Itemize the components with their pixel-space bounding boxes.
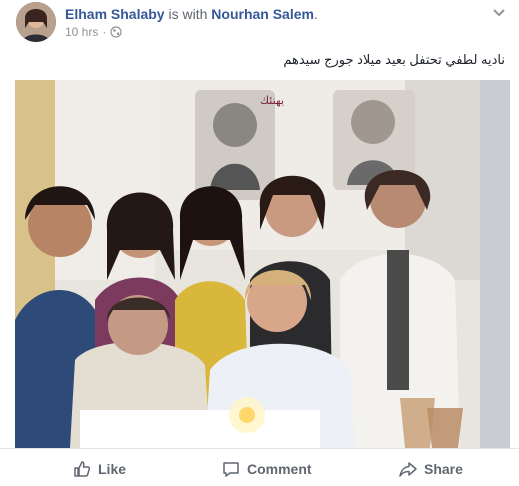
comment-label: Comment — [247, 461, 312, 477]
timestamp-link[interactable]: 10 hrs — [65, 25, 98, 39]
share-button[interactable]: Share — [398, 459, 463, 479]
like-label: Like — [98, 461, 127, 477]
share-label: Share — [424, 461, 463, 477]
share-arrow-icon — [399, 462, 417, 477]
meta-separator: · — [102, 25, 107, 39]
post-photo[interactable]: يهنئك — [15, 80, 510, 448]
speech-bubble-icon — [223, 462, 239, 477]
chevron-down-icon[interactable] — [489, 2, 509, 22]
avatar[interactable] — [16, 2, 56, 42]
poster-text: يهنئك — [260, 94, 284, 107]
comment-button[interactable]: Comment — [221, 459, 312, 479]
tagged-user-link[interactable]: Nourhan Salem — [211, 6, 314, 22]
post-header-text: Elham Shalaby is with Nourhan Salem. — [65, 5, 318, 23]
post-actions-bar: Like Comment Share — [0, 448, 519, 486]
author-name-link[interactable]: Elham Shalaby — [65, 6, 165, 22]
period-text: . — [313, 6, 318, 22]
post-meta: 10 hrs · — [65, 25, 122, 39]
thumbs-up-icon — [74, 461, 91, 477]
post-caption: ناديه لطفي تحتفل بعيد ميلاد جورج سيدهم — [283, 52, 505, 67]
post-header: Elham Shalaby is with Nourhan Salem. 10 … — [0, 0, 519, 44]
like-button[interactable]: Like — [72, 459, 126, 479]
globe-icon[interactable] — [110, 26, 122, 38]
with-text: is with — [164, 6, 212, 22]
